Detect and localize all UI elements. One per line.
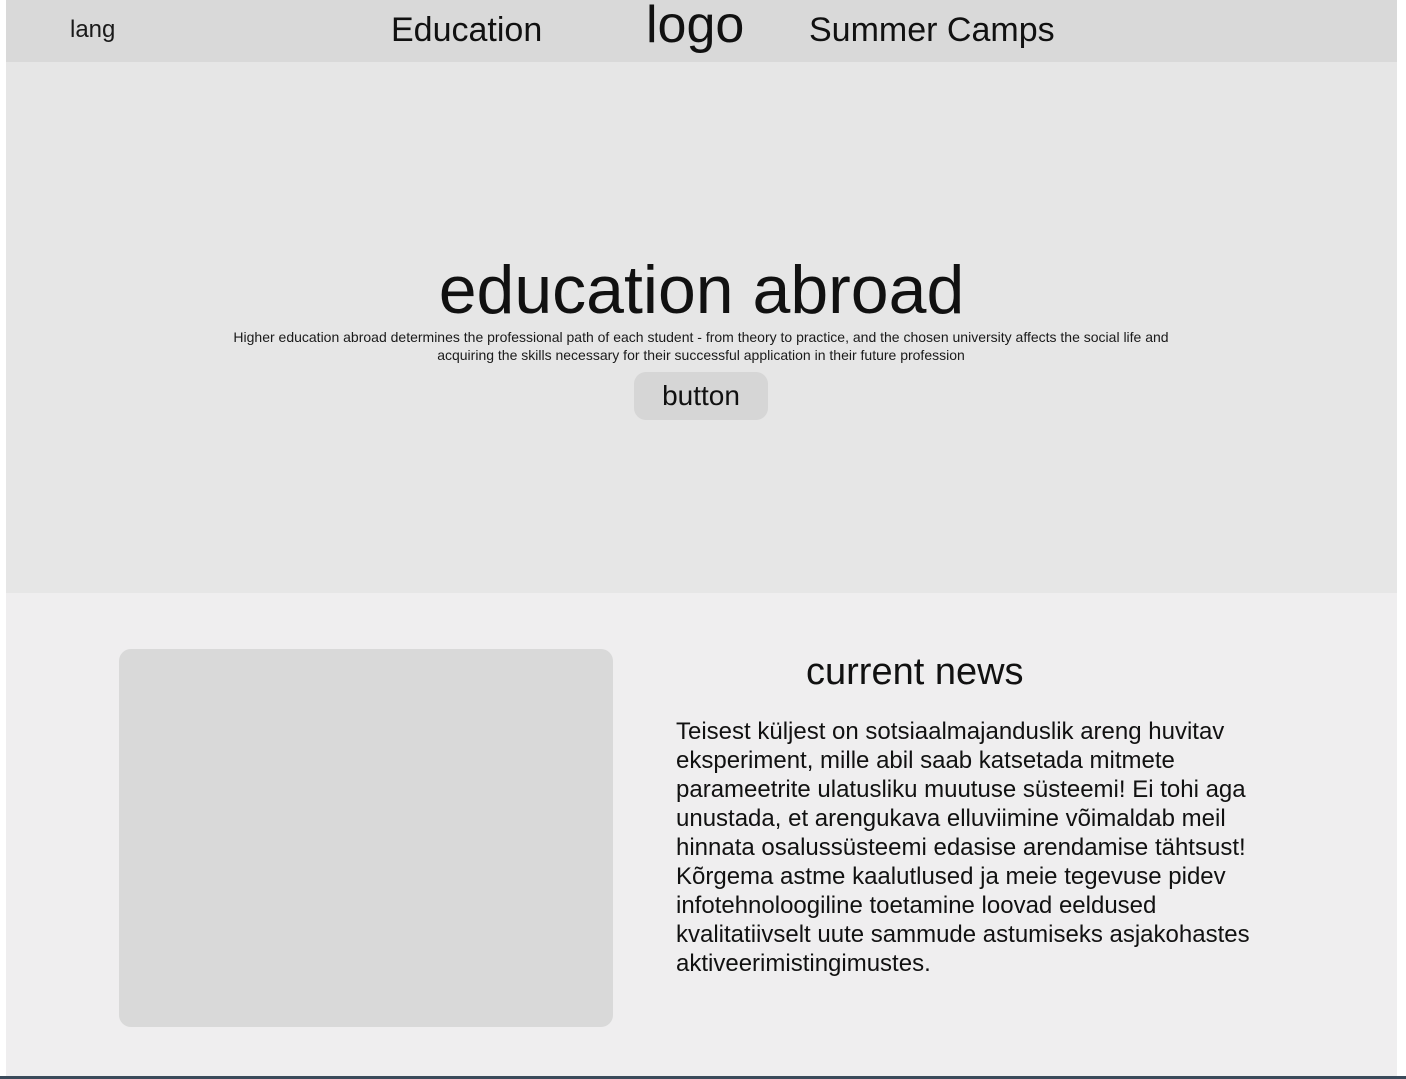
page-frame: lang Education logo Summer Camps educati…	[6, 0, 1397, 1076]
site-logo[interactable]: logo	[646, 0, 744, 54]
site-header: lang Education logo Summer Camps	[6, 0, 1397, 62]
hero-description: Higher education abroad determines the p…	[233, 329, 1169, 363]
news-title: current news	[806, 651, 1024, 693]
nav-link-education[interactable]: Education	[391, 10, 542, 50]
news-image-placeholder	[119, 649, 613, 1027]
hero-title: education abroad	[438, 252, 965, 328]
language-selector[interactable]: lang	[70, 14, 115, 46]
nav-link-summer-camps[interactable]: Summer Camps	[809, 10, 1055, 50]
hero-section: education abroad Higher education abroad…	[6, 62, 1397, 593]
hero-cta-button[interactable]: button	[634, 372, 768, 420]
news-section: current news Teisest küljest on sotsiaal…	[6, 593, 1397, 1076]
news-body-text: Teisest küljest on sotsiaalmajanduslik a…	[676, 718, 1250, 977]
